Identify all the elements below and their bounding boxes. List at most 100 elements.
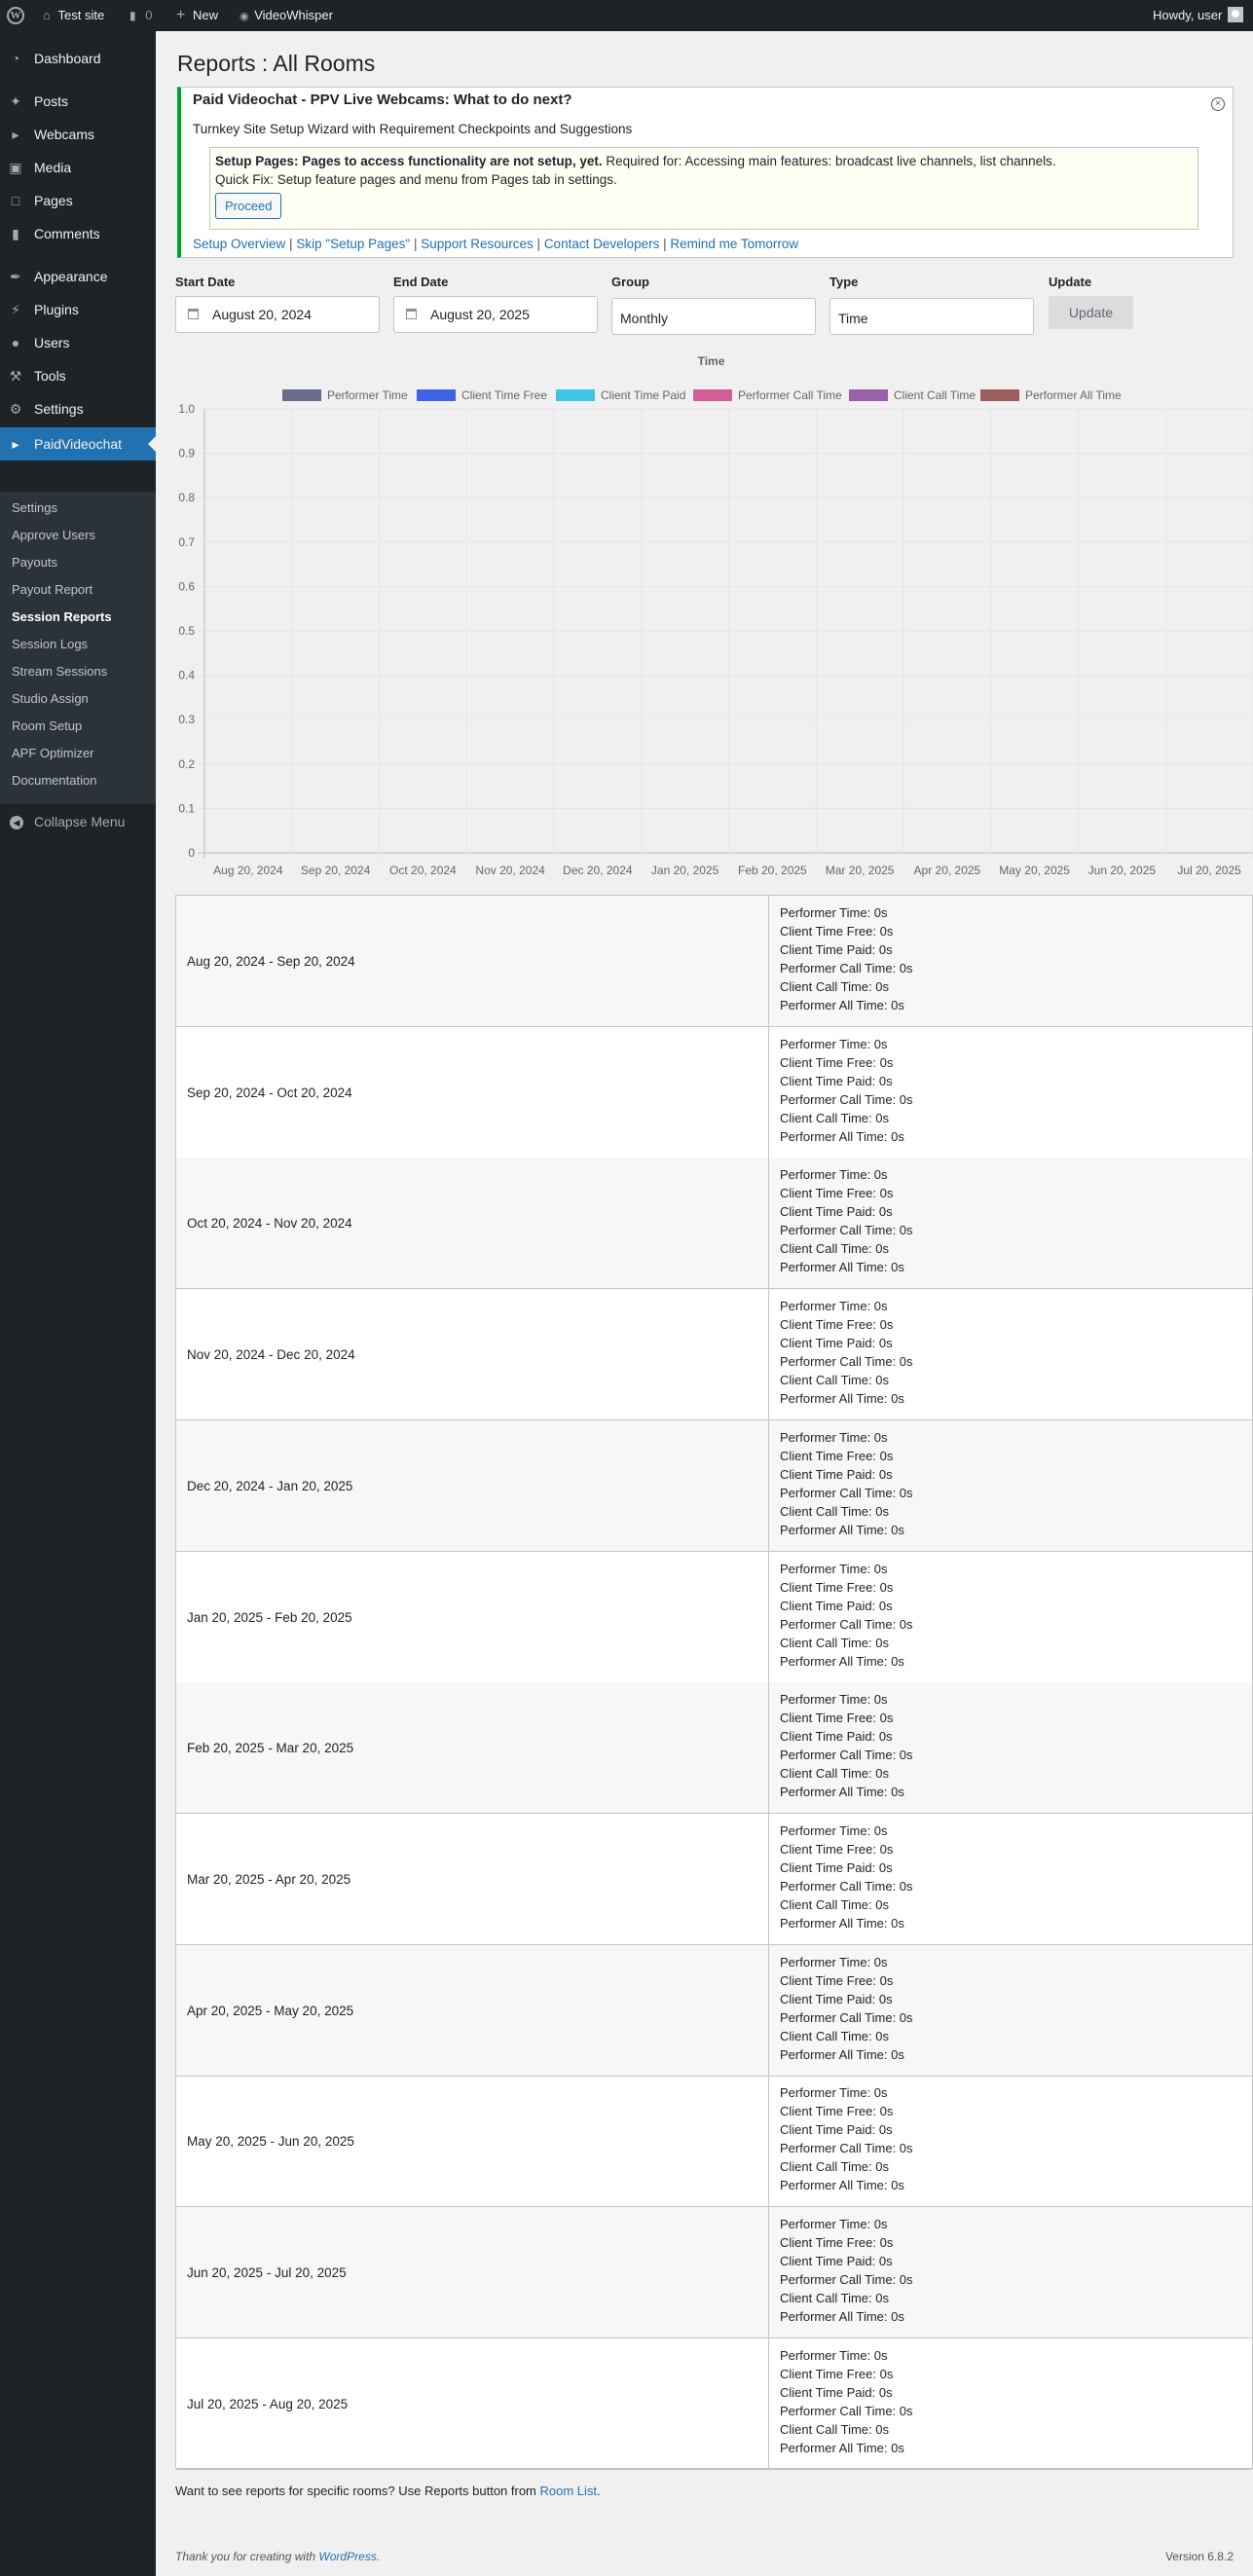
site-name-link[interactable]: ⌂ Test site: [43, 0, 104, 31]
stat-line: Client Time Paid: 0s: [780, 1074, 893, 1088]
stat-line: Client Call Time: 0s: [780, 1766, 889, 1781]
skip-setup-pages-link[interactable]: Skip "Setup Pages": [296, 237, 410, 251]
submenu-item-studio-assign[interactable]: Studio Assign: [12, 686, 89, 712]
sidebar-item-label: Posts: [34, 93, 69, 109]
stat-line: Client Call Time: 0s: [780, 2159, 889, 2174]
sidebar-item-media[interactable]: ▣ Media: [0, 151, 156, 184]
start-date-field[interactable]: August 20, 2024: [175, 296, 380, 333]
group-label: Group: [611, 275, 649, 289]
submenu-item-apf-optimizer[interactable]: APF Optimizer: [12, 741, 94, 766]
sidebar-item-tools[interactable]: ⚒ Tools: [0, 359, 156, 392]
stat-line: Client Time Free: 0s: [780, 2235, 894, 2250]
contact-developers-link[interactable]: Contact Developers: [544, 237, 660, 251]
my-account-link[interactable]: Howdy, user: [1153, 0, 1244, 31]
avatar: [1228, 7, 1244, 22]
table-row: Jan 20, 2025 - Feb 20, 2025 Performer Tim…: [176, 1552, 1252, 1683]
end-date-field[interactable]: August 20, 2025: [393, 296, 598, 333]
period-cell: Jan 20, 2025 - Feb 20, 2025: [187, 1610, 352, 1625]
stat-line: Performer All Time: 0s: [780, 1654, 904, 1669]
table-row: Jul 20, 2025 - Aug 20, 2025 Performer Tim…: [176, 2338, 1252, 2470]
stat-line: Client Call Time: 0s: [780, 1897, 889, 1912]
sidebar-item-label: Media: [34, 160, 72, 175]
stat-line: Client Time Paid: 0s: [780, 1992, 893, 2006]
stats-cell: Performer Time: 0s Client Time Free: 0s Cl…: [780, 1690, 913, 1801]
sidebar-item-posts[interactable]: ✦ Posts: [0, 85, 156, 118]
wordpress-link[interactable]: WordPress: [318, 2550, 376, 2563]
submenu-item-documentation[interactable]: Documentation: [12, 768, 96, 793]
dashboard-icon: ◔: [11, 51, 20, 66]
home-icon: ⌂: [43, 8, 51, 22]
sidebar-item-label: Settings: [34, 401, 84, 417]
column-divider: [768, 896, 769, 1027]
stat-line: Performer Time: 0s: [780, 2085, 888, 2100]
stat-line: Client Call Time: 0s: [780, 1111, 889, 1125]
sidebar-item-users[interactable]: ● Users: [0, 326, 156, 359]
collapse-arrow-icon: ◀: [10, 816, 23, 829]
table-row: Nov 20, 2024 - Dec 20, 2024 Performer Tim…: [176, 1289, 1252, 1420]
x-tick-label: Nov 20, 2024: [475, 864, 545, 877]
sidebar-item-appearance[interactable]: ✒ Appearance: [0, 260, 156, 293]
submenu-item-settings[interactable]: Settings: [12, 496, 57, 521]
stat-line: Client Time Free: 0s: [780, 1580, 894, 1595]
stat-line: Client Time Free: 0s: [780, 1711, 894, 1725]
y-tick-label: 0.4: [178, 669, 195, 682]
sidebar-item-paidvideochat[interactable]: ▸ PaidVideochat: [0, 427, 156, 460]
sidebar-item-webcams[interactable]: ▸ Webcams: [0, 118, 156, 151]
stats-cell: Performer Time: 0s Client Time Free: 0s Cl…: [780, 903, 913, 1014]
room-list-link[interactable]: Room List: [540, 2484, 598, 2498]
stats-cell: Performer Time: 0s Client Time Free: 0s Cl…: [780, 1822, 913, 1932]
submenu-item-payouts[interactable]: Payouts: [12, 550, 57, 575]
stat-line: Performer Call Time: 0s: [780, 1092, 913, 1107]
stat-line: Client Time Free: 0s: [780, 1317, 894, 1332]
stat-line: Client Time Free: 0s: [780, 1842, 894, 1857]
submenu-item-room-setup[interactable]: Room Setup: [12, 714, 82, 739]
notice-title: Paid Videochat - PPV Live Webcams: What …: [193, 92, 572, 108]
stat-line: Client Call Time: 0s: [780, 2291, 889, 2305]
period-cell: Dec 20, 2024 - Jan 20, 2025: [187, 1479, 353, 1493]
admin-bar: W ⌂ Test site ▮ 0 + New ◉ VideoWhisper H…: [0, 0, 1253, 31]
stat-line: Client Time Free: 0s: [780, 2367, 894, 2381]
stat-line: Client Time Paid: 0s: [780, 1336, 893, 1350]
sidebar-item-label: Webcams: [34, 127, 94, 142]
comments-count: 0: [145, 8, 153, 22]
dismiss-icon[interactable]: ×: [1211, 97, 1225, 111]
table-row: Sep 20, 2024 - Oct 20, 2024 Performer Tim…: [176, 1027, 1252, 1159]
sidebar-item-dashboard[interactable]: ◔ Dashboard: [0, 42, 156, 75]
support-resources-link[interactable]: Support Resources: [421, 237, 534, 251]
update-button[interactable]: Update: [1049, 296, 1133, 329]
stats-cell: Performer Time: 0s Client Time Free: 0s Cl…: [780, 1297, 913, 1408]
sidebar-item-pages[interactable]: □ Pages: [0, 184, 156, 217]
column-divider: [768, 2207, 769, 2338]
x-tick-label: Aug 20, 2024: [213, 864, 283, 877]
y-tick-label: 0.8: [178, 491, 195, 504]
videowhisper-link[interactable]: ◉ VideoWhisper: [240, 0, 333, 31]
sidebar-item-comments[interactable]: ▮ Comments: [0, 217, 156, 250]
pin-icon: ✦: [10, 93, 21, 109]
sidebar-item-plugins[interactable]: ⚡ Plugins: [0, 293, 156, 326]
period-cell: Jun 20, 2025 - Jul 20, 2025: [187, 2265, 347, 2280]
proceed-button[interactable]: Proceed: [215, 193, 282, 219]
comments-link[interactable]: ▮ 0: [129, 0, 152, 31]
start-date-value: August 20, 2024: [212, 307, 312, 322]
type-select[interactable]: Time: [829, 298, 1034, 335]
submenu-item-session-reports[interactable]: Session Reports: [12, 605, 112, 630]
submenu-item-stream-sessions[interactable]: Stream Sessions: [12, 659, 107, 684]
submenu-item-session-logs[interactable]: Session Logs: [12, 632, 88, 657]
time-chart: 0 0.1 0.2 0.3 0.4 0.5 0.6 0.7 0.8 0.9 1.0 Aug 20, 2…: [178, 402, 1253, 877]
collapse-menu-button[interactable]: ◀ Collapse Menu: [0, 805, 156, 838]
remind-tomorrow-link[interactable]: Remind me Tomorrow: [670, 237, 798, 251]
group-select[interactable]: Monthly: [611, 298, 816, 335]
setup-overview-link[interactable]: Setup Overview: [193, 237, 285, 251]
sidebar-item-label: Users: [34, 335, 70, 350]
stats-cell: Performer Time: 0s Client Time Free: 0s Cl…: [780, 1560, 913, 1671]
sidebar-item-settings[interactable]: ⚙ Settings: [0, 392, 156, 425]
submenu-item-approve-users[interactable]: Approve Users: [12, 523, 95, 548]
videowhisper-label: VideoWhisper: [254, 8, 333, 22]
update-label: Update: [1049, 275, 1092, 289]
period-cell: Jul 20, 2025 - Aug 20, 2025: [187, 2397, 349, 2411]
submenu-item-payout-report[interactable]: Payout Report: [12, 577, 92, 603]
wordpress-logo-icon[interactable]: W: [7, 7, 24, 24]
new-content-link[interactable]: + New: [176, 0, 218, 31]
stat-line: Client Time Paid: 0s: [780, 1467, 893, 1482]
stat-line: Client Time Free: 0s: [780, 2104, 894, 2118]
